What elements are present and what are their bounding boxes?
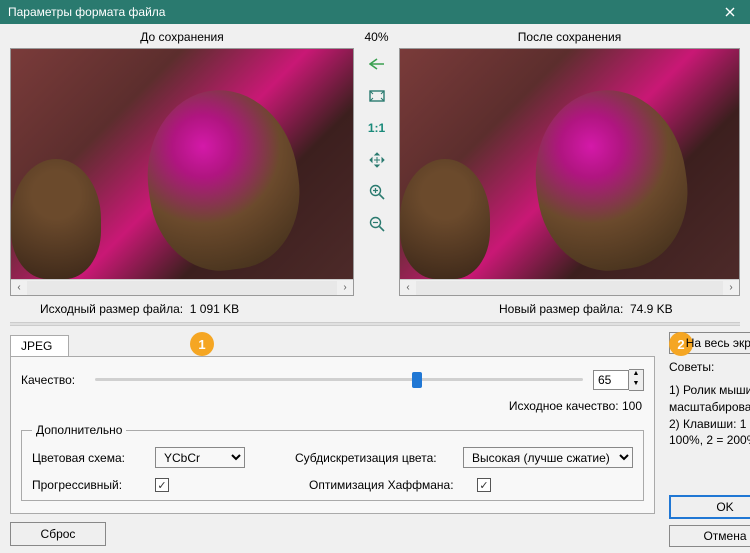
preview-before-image <box>11 49 353 279</box>
scrollbar-after[interactable]: ‹ › <box>400 279 739 295</box>
jpeg-panel: Качество: ▲ ▼ Исходное качество: 10 <box>10 356 655 514</box>
ok-button[interactable]: OK <box>669 495 750 519</box>
cancel-button[interactable]: Отмена <box>669 525 750 547</box>
window-title: Параметры формата файла <box>8 5 165 19</box>
zoom-out-icon[interactable] <box>367 214 387 234</box>
badge-1: 1 <box>190 332 214 356</box>
scroll-left-icon[interactable]: ‹ <box>11 280 27 296</box>
tab-jpeg[interactable]: JPEG <box>10 335 69 356</box>
scroll-right-icon[interactable]: › <box>337 280 353 296</box>
scroll-left-icon[interactable]: ‹ <box>400 280 416 296</box>
quality-spin-down[interactable]: ▼ <box>629 380 643 390</box>
progressive-label: Прогрессивный: <box>32 478 137 492</box>
scrollbar-before[interactable]: ‹ › <box>11 279 353 295</box>
divider <box>10 322 740 326</box>
after-label: После сохранения <box>399 30 740 44</box>
quality-label: Качество: <box>21 373 85 387</box>
pan-icon[interactable] <box>367 150 387 170</box>
reset-button[interactable]: Сброс <box>10 522 106 546</box>
huffman-checkbox[interactable]: ✓ <box>477 478 491 492</box>
close-button[interactable] <box>710 0 750 24</box>
scroll-track[interactable] <box>27 281 337 295</box>
tip-line-2: 2) Клавиши: 1 = 100%, 2 = 200%... <box>669 416 750 450</box>
actual-size-button[interactable]: 1:1 <box>367 118 387 138</box>
tip-line-1: 1) Ролик мыши = масштабирование <box>669 382 750 416</box>
back-icon[interactable] <box>367 54 387 74</box>
original-quality: Исходное качество: 100 <box>21 399 642 413</box>
quality-input[interactable] <box>593 370 629 390</box>
fit-screen-icon[interactable] <box>367 86 387 106</box>
title-bar: Параметры формата файла <box>0 0 750 24</box>
preview-toolbar: 1:1 <box>354 48 399 296</box>
scroll-track[interactable] <box>416 281 723 295</box>
original-size: Исходный размер файла: 1 091 KB <box>10 302 354 316</box>
color-scheme-select[interactable]: YCbCr <box>155 447 245 468</box>
color-scheme-label: Цветовая схема: <box>32 451 137 465</box>
preview-after[interactable]: ‹ › <box>399 48 740 296</box>
zoom-in-icon[interactable] <box>367 182 387 202</box>
tips-title: Советы: <box>669 360 750 374</box>
preview-before[interactable]: ‹ › <box>10 48 354 296</box>
advanced-group: Дополнительно Цветовая схема: YCbCr Субд… <box>21 423 644 501</box>
scroll-right-icon[interactable]: › <box>723 280 739 296</box>
huffman-label: Оптимизация Хаффмана: <box>309 478 459 492</box>
subsampling-select[interactable]: Высокая (лучше сжатие) <box>463 447 633 468</box>
quality-spin-up[interactable]: ▲ <box>629 370 643 380</box>
quality-slider[interactable] <box>95 370 583 390</box>
new-size: Новый размер файла: 74.9 KB <box>399 302 740 316</box>
advanced-legend: Дополнительно <box>32 423 126 437</box>
preview-after-image <box>400 49 739 279</box>
progressive-checkbox[interactable]: ✓ <box>155 478 169 492</box>
before-label: До сохранения <box>10 30 354 44</box>
zoom-percent: 40% <box>354 30 399 44</box>
subsampling-label: Субдискретизация цвета: <box>295 451 445 465</box>
